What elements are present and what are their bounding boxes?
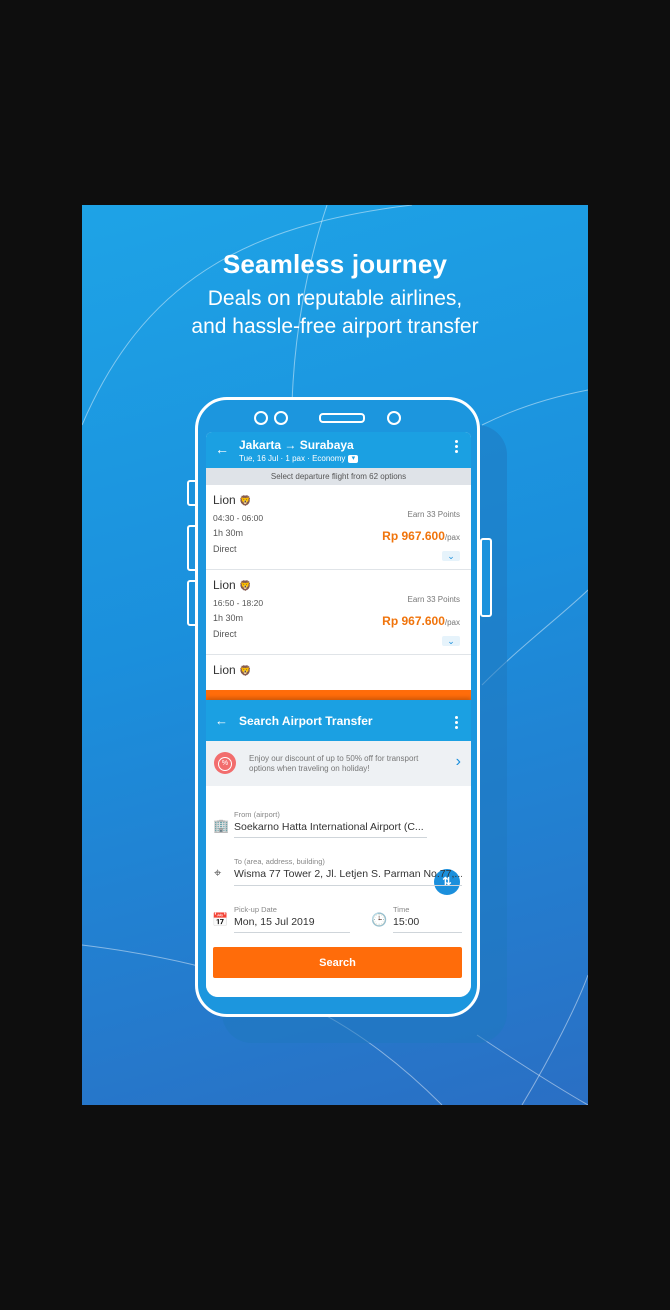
field-underline xyxy=(393,932,462,933)
promo-subtitle-line-1: Deals on reputable airlines, xyxy=(207,287,463,310)
pickup-time-value: 15:00 xyxy=(393,916,420,928)
flight-card[interactable]: Lion 🦁 04:30 - 06:00 1h 30m Direct Earn … xyxy=(206,485,471,570)
airline-logo-icon: 🦁 xyxy=(239,496,252,507)
transfer-app-bar: ← Search Airport Transfer xyxy=(206,700,471,741)
from-field[interactable]: From (airport) Soekarno Hatta Internatio… xyxy=(234,810,427,838)
back-arrow-icon[interactable]: ← xyxy=(215,713,228,728)
more-vert-icon[interactable] xyxy=(455,716,459,731)
airline-label: Lion xyxy=(213,663,236,677)
flight-duration: 1h 30m xyxy=(213,528,244,538)
phone-sensor xyxy=(274,411,288,425)
location-pin-icon: ⌖ xyxy=(214,865,222,880)
price-unit: /pax xyxy=(444,618,460,627)
price-unit: /pax xyxy=(444,533,460,542)
phone-mockup: ← Jakarta → Surabaya Tue, 16 Jul · 1 pax… xyxy=(195,397,480,1017)
airline-name: Lion 🦁 xyxy=(213,578,251,592)
phone-sensor xyxy=(254,411,268,425)
from-label: From (airport) xyxy=(234,810,280,819)
earn-points: Earn 33 Points xyxy=(407,510,460,519)
pickup-time-field[interactable]: Time 15:00 xyxy=(393,905,462,933)
phone-screen: ← Jakarta → Surabaya Tue, 16 Jul · 1 pax… xyxy=(206,432,471,997)
price-value: Rp 967.600 xyxy=(382,529,445,543)
price-value: Rp 967.600 xyxy=(382,614,445,628)
field-underline xyxy=(234,837,427,838)
promo-headline: Seamless journey xyxy=(222,249,448,279)
route-meta[interactable]: Tue, 16 Jul · 1 pax · Economy ▾ xyxy=(239,454,359,463)
phone-camera xyxy=(387,411,401,425)
to-field[interactable]: To (area, address, building) Wisma 77 To… xyxy=(234,857,462,886)
flight-options-count: Select departure flight from 62 options xyxy=(206,468,471,485)
airline-logo-icon: 🦁 xyxy=(239,666,252,677)
field-underline xyxy=(234,885,462,886)
promo-subtitle-line-2: and hassle-free airport transfer xyxy=(191,315,479,338)
chevron-down-icon: ▾ xyxy=(348,454,359,463)
airport-icon: 🏢 xyxy=(213,818,230,833)
flight-card[interactable]: Lion 🦁 16:50 - 18:20 1h 30m Direct Earn … xyxy=(206,570,471,655)
flight-app-bar: ← Jakarta → Surabaya Tue, 16 Jul · 1 pax… xyxy=(206,432,471,468)
flight-duration: 1h 30m xyxy=(213,613,244,623)
flight-stops: Direct xyxy=(213,629,237,639)
from-value: Soekarno Hatta International Airport (C.… xyxy=(234,821,424,833)
to-value: Wisma 77 Tower 2, Jl. Letjen S. Parman N… xyxy=(234,868,462,880)
airline-label: Lion xyxy=(213,578,236,592)
pickup-date-field[interactable]: Pick-up Date Mon, 15 Jul 2019 xyxy=(234,905,350,933)
chevron-down-icon[interactable]: ⌄ xyxy=(442,551,460,561)
airline-name: Lion 🦁 xyxy=(213,663,251,677)
chevron-down-icon[interactable]: ⌄ xyxy=(442,636,460,646)
flight-time: 04:30 - 06:00 xyxy=(213,513,264,523)
flight-time: 16:50 - 18:20 xyxy=(213,598,264,608)
pickup-time-label: Time xyxy=(393,905,410,914)
transfer-form: 🏢 From (airport) Soekarno Hatta Internat… xyxy=(206,786,471,997)
to-label: To (area, address, building) xyxy=(234,857,325,866)
airline-name: Lion 🦁 xyxy=(213,493,251,507)
transfer-title: Search Airport Transfer xyxy=(239,714,373,728)
discount-text: Enjoy our discount of up to 50% off for … xyxy=(249,754,419,773)
route-title: Jakarta → Surabaya xyxy=(239,438,354,452)
flight-stops: Direct xyxy=(213,544,237,554)
field-underline xyxy=(234,932,350,933)
pickup-date-label: Pick-up Date xyxy=(234,905,277,914)
earn-points: Earn 33 Points xyxy=(407,595,460,604)
more-vert-icon[interactable] xyxy=(455,440,459,455)
phone-top-bezel xyxy=(198,400,477,432)
pickup-date-value: Mon, 15 Jul 2019 xyxy=(234,916,315,928)
accent-strip xyxy=(206,690,471,700)
airline-logo-icon: 🦁 xyxy=(239,581,252,592)
calendar-icon: 📅 xyxy=(212,912,229,927)
discount-banner[interactable]: % Enjoy our discount of up to 50% off fo… xyxy=(206,741,471,786)
search-button[interactable]: Search xyxy=(213,947,462,978)
chevron-right-icon: › xyxy=(455,753,461,770)
phone-speaker xyxy=(319,413,365,423)
back-arrow-icon[interactable]: ← xyxy=(215,441,229,457)
flight-price: Rp 967.600/pax xyxy=(382,614,460,628)
route-meta-text: Tue, 16 Jul · 1 pax · Economy xyxy=(239,454,346,463)
promo-panel: Seamless journey Deals on reputable airl… xyxy=(82,205,588,1105)
airline-label: Lion xyxy=(213,493,236,507)
phone-side-button xyxy=(480,538,492,617)
discount-icon: % xyxy=(214,752,236,774)
clock-icon: 🕒 xyxy=(371,912,388,927)
flight-price: Rp 967.600/pax xyxy=(382,529,460,543)
